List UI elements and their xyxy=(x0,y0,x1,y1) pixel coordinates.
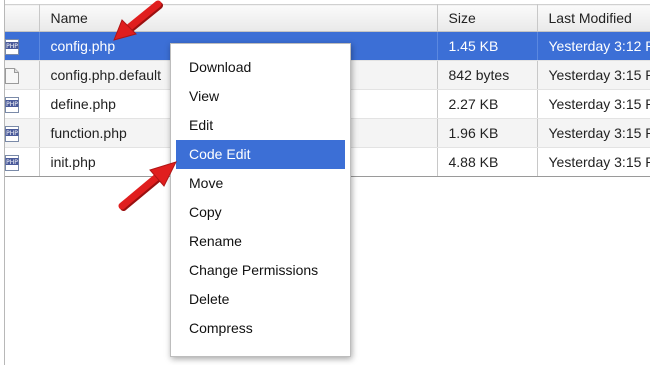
file-size: 1.96 KB xyxy=(437,118,538,148)
file-size: 2.27 KB xyxy=(437,89,538,119)
text-file-icon xyxy=(5,67,19,84)
size-column-header[interactable]: Size xyxy=(437,4,538,32)
menu-item-code-edit[interactable]: Code Edit xyxy=(176,140,345,169)
file-modified: Yesterday 3:15 PM xyxy=(537,118,650,148)
name-column-header[interactable]: Name xyxy=(39,4,438,32)
file-size: 842 bytes xyxy=(437,60,538,90)
menu-item-download[interactable]: Download xyxy=(176,53,345,82)
menu-item-copy[interactable]: Copy xyxy=(176,198,345,227)
menu-item-compress[interactable]: Compress xyxy=(176,314,345,343)
file-size: 4.88 KB xyxy=(437,147,538,177)
table-header-row: Name Size Last Modified xyxy=(5,4,650,32)
file-size: 1.45 KB xyxy=(437,31,538,61)
file-modified: Yesterday 3:12 PM xyxy=(537,31,650,61)
menu-item-delete[interactable]: Delete xyxy=(176,285,345,314)
file-modified: Yesterday 3:15 PM xyxy=(537,89,650,119)
menu-item-rename[interactable]: Rename xyxy=(176,227,345,256)
svg-text:PHP: PHP xyxy=(6,43,18,50)
file-modified: Yesterday 3:15 PM xyxy=(537,147,650,177)
svg-text:PHP: PHP xyxy=(6,159,18,166)
icon-column-header xyxy=(5,4,40,32)
menu-item-move[interactable]: Move xyxy=(176,169,345,198)
context-menu: Download View Edit Code Edit Move Copy R… xyxy=(170,43,351,357)
php-file-icon: PHP xyxy=(5,154,19,171)
menu-item-view[interactable]: View xyxy=(176,82,345,111)
php-file-icon: PHP xyxy=(5,38,19,55)
menu-item-edit[interactable]: Edit xyxy=(176,111,345,140)
svg-text:PHP: PHP xyxy=(6,101,18,108)
file-modified: Yesterday 3:15 PM xyxy=(537,60,650,90)
php-file-icon: PHP xyxy=(5,96,19,113)
svg-text:PHP: PHP xyxy=(6,130,18,137)
php-file-icon: PHP xyxy=(5,125,19,142)
menu-item-change-permissions[interactable]: Change Permissions xyxy=(176,256,345,285)
last-modified-column-header[interactable]: Last Modified xyxy=(537,4,650,32)
